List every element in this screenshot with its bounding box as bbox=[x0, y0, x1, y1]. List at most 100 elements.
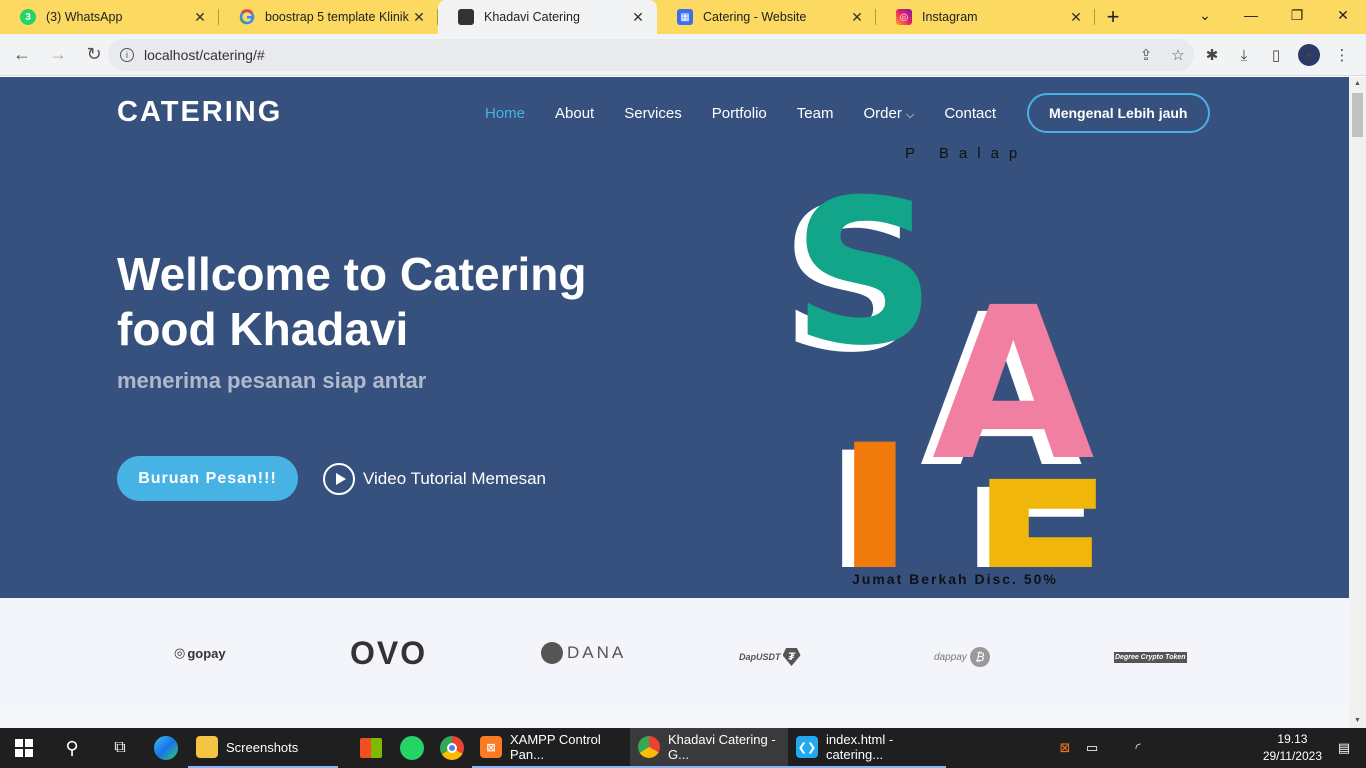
notifications-icon[interactable]: ▤ bbox=[1330, 728, 1358, 768]
window-controls: ⌄ — ❐ ✕ bbox=[1182, 0, 1366, 30]
chevron-down-icon: ⌵ bbox=[905, 108, 915, 121]
reload-button[interactable]: ↻ bbox=[78, 39, 110, 71]
nav-services[interactable]: Services bbox=[624, 105, 682, 122]
chrome-icon[interactable] bbox=[432, 728, 472, 768]
side-panel-icon[interactable]: ▯ bbox=[1260, 39, 1292, 71]
share-icon[interactable]: ⇪ bbox=[1130, 46, 1162, 64]
google-icon bbox=[239, 9, 255, 25]
scroll-down-arrow[interactable]: ▼ bbox=[1349, 714, 1366, 728]
tether-icon: ₮ bbox=[782, 648, 801, 666]
client-logo-degree-crypto: Degree Crypto Token bbox=[1114, 642, 1187, 672]
site-info-icon[interactable]: i bbox=[120, 48, 134, 62]
network-icon[interactable]: ◜ bbox=[1116, 728, 1160, 768]
taskbar-app-vscode[interactable]: ❮❯ index.html - catering... bbox=[788, 728, 946, 768]
nav-contact[interactable]: Contact bbox=[944, 105, 996, 122]
client-logo-dappay: dappay ₿ bbox=[934, 642, 990, 672]
store-icon[interactable] bbox=[350, 728, 392, 768]
vscode-icon: ❮❯ bbox=[796, 736, 818, 758]
client-label: Degree Crypto Token bbox=[1114, 651, 1187, 663]
back-button[interactable]: ← bbox=[6, 39, 38, 71]
tab-whatsapp[interactable]: 3 (3) WhatsApp ✕ bbox=[0, 0, 219, 34]
taskbar-app-chrome[interactable]: Khadavi Catering - G... bbox=[630, 728, 788, 768]
taskbar-app-label: index.html - catering... bbox=[826, 732, 894, 762]
windows-icon bbox=[15, 739, 33, 757]
whatsapp-icon: 3 bbox=[20, 9, 36, 25]
taskbar-app-xampp[interactable]: ⊠ XAMPP Control Pan... bbox=[472, 728, 630, 768]
clock-time: 19.13 bbox=[1277, 732, 1308, 746]
sale-graphic: S S A A L L E E bbox=[780, 192, 1113, 567]
close-icon[interactable]: ✕ bbox=[410, 9, 428, 26]
chrome-icon bbox=[638, 736, 660, 758]
sale-bottom-text: Jumat Berkah Disc. 50% bbox=[852, 571, 1058, 587]
taskbar-app-label: Screenshots bbox=[226, 739, 299, 755]
close-icon[interactable]: ✕ bbox=[191, 9, 209, 26]
bitcoin-icon: ₿ bbox=[969, 647, 990, 667]
gopay-icon: ◎ bbox=[174, 645, 186, 660]
nav-about[interactable]: About bbox=[555, 105, 594, 122]
minimize-button[interactable]: — bbox=[1228, 0, 1274, 30]
nav-order-label: Order bbox=[863, 104, 902, 122]
scrollbar-thumb[interactable] bbox=[1352, 93, 1363, 137]
address-bar[interactable]: i localhost/catering/# ⇪ ☆ bbox=[108, 39, 1194, 71]
nav-team[interactable]: Team bbox=[797, 105, 834, 122]
nav-home[interactable]: Home bbox=[485, 105, 525, 122]
tab-search-icon[interactable]: ⌄ bbox=[1182, 0, 1228, 30]
play-icon bbox=[323, 463, 355, 495]
bookmark-star-icon[interactable]: ☆ bbox=[1162, 46, 1194, 64]
sale-letter-e: E bbox=[970, 437, 1113, 567]
close-icon[interactable]: ✕ bbox=[1067, 9, 1085, 26]
task-view-icon[interactable]: ⧉ bbox=[96, 728, 144, 768]
sale-letter-l: L bbox=[834, 398, 974, 567]
tab-title: Instagram bbox=[922, 10, 978, 24]
xampp-tray-icon[interactable]: ⊠ bbox=[1050, 728, 1080, 768]
tab-bootstrap[interactable]: boostrap 5 template Klinik - ✕ bbox=[219, 0, 438, 34]
tab-title: Catering - Website bbox=[703, 10, 807, 24]
search-icon[interactable]: ⚲ bbox=[48, 728, 96, 768]
tab-khadavi-catering[interactable]: Khadavi Catering ✕ bbox=[438, 0, 657, 34]
xampp-icon: ⊠ bbox=[480, 736, 502, 758]
taskbar-app-label: Khadavi Catering - G... bbox=[668, 732, 776, 762]
tab-catering-website[interactable]: ▦ Catering - Website ✕ bbox=[657, 0, 876, 34]
sale-letter-s: S bbox=[792, 192, 936, 390]
restore-button[interactable]: ❐ bbox=[1274, 0, 1320, 30]
site-logo[interactable]: CATERING bbox=[117, 96, 282, 129]
nav-order[interactable]: Order ⌵ bbox=[863, 105, 914, 122]
forward-button[interactable]: → bbox=[42, 39, 74, 71]
battery-icon[interactable]: ▭ bbox=[1080, 728, 1104, 768]
hero-title: Wellcome to Catering food Khadavi bbox=[117, 248, 587, 355]
taskbar-app-screenshots[interactable]: Screenshots bbox=[188, 728, 338, 768]
close-icon[interactable]: ✕ bbox=[629, 9, 647, 26]
close-icon[interactable]: ✕ bbox=[848, 9, 866, 26]
tab-title: Khadavi Catering bbox=[484, 10, 580, 24]
system-clock[interactable]: 19.13 29/11/2023 bbox=[1263, 728, 1322, 768]
close-window-button[interactable]: ✕ bbox=[1320, 0, 1366, 30]
video-tutorial-label: Video Tutorial Memesan bbox=[363, 469, 547, 488]
order-now-button[interactable]: Buruan Pesan!!! bbox=[117, 456, 298, 501]
web-page: CATERING Home About Services Portfolio T… bbox=[0, 77, 1349, 728]
scroll-up-arrow[interactable]: ▲ bbox=[1349, 77, 1366, 91]
new-tab-button[interactable]: + bbox=[1095, 0, 1131, 34]
tab-title: boostrap 5 template Klinik - bbox=[265, 10, 410, 24]
video-tutorial-link[interactable]: Video Tutorial Memesan bbox=[323, 463, 546, 495]
client-label: DapUSDT bbox=[739, 652, 781, 662]
clients-section: ◎ gopay OVO DANA DapUSDT ₮ dappay ₿ Degree … bbox=[0, 598, 1349, 708]
menu-icon[interactable]: ⋮ bbox=[1326, 39, 1358, 71]
url-text[interactable]: localhost/catering/# bbox=[144, 47, 1130, 63]
profile-avatar[interactable]: ● bbox=[1298, 44, 1320, 66]
page-scrollbar[interactable]: ▲ ▼ bbox=[1349, 77, 1366, 728]
site-icon bbox=[458, 9, 474, 25]
taskbar: ⚲ ⧉ Screenshots ⊠ XAMPP Control Pan... K… bbox=[0, 728, 1366, 768]
edge-icon[interactable] bbox=[144, 728, 188, 768]
start-button[interactable] bbox=[0, 728, 48, 768]
download-icon[interactable]: ⤓ bbox=[1228, 39, 1260, 71]
learn-more-button[interactable]: Mengenal Lebih jauh bbox=[1027, 93, 1210, 133]
client-label: DANA bbox=[567, 643, 627, 662]
main-nav: Home About Services Portfolio Team Order… bbox=[470, 93, 1210, 133]
whatsapp-desktop-icon[interactable] bbox=[392, 728, 432, 768]
client-logo-dana: DANA bbox=[541, 638, 626, 668]
nav-portfolio[interactable]: Portfolio bbox=[712, 105, 767, 122]
taskbar-app-label: XAMPP Control Pan... bbox=[510, 732, 601, 762]
folder-icon bbox=[196, 736, 218, 758]
extensions-icon[interactable]: ✱ bbox=[1196, 39, 1228, 71]
tab-instagram[interactable]: ◎ Instagram ✕ bbox=[876, 0, 1095, 34]
